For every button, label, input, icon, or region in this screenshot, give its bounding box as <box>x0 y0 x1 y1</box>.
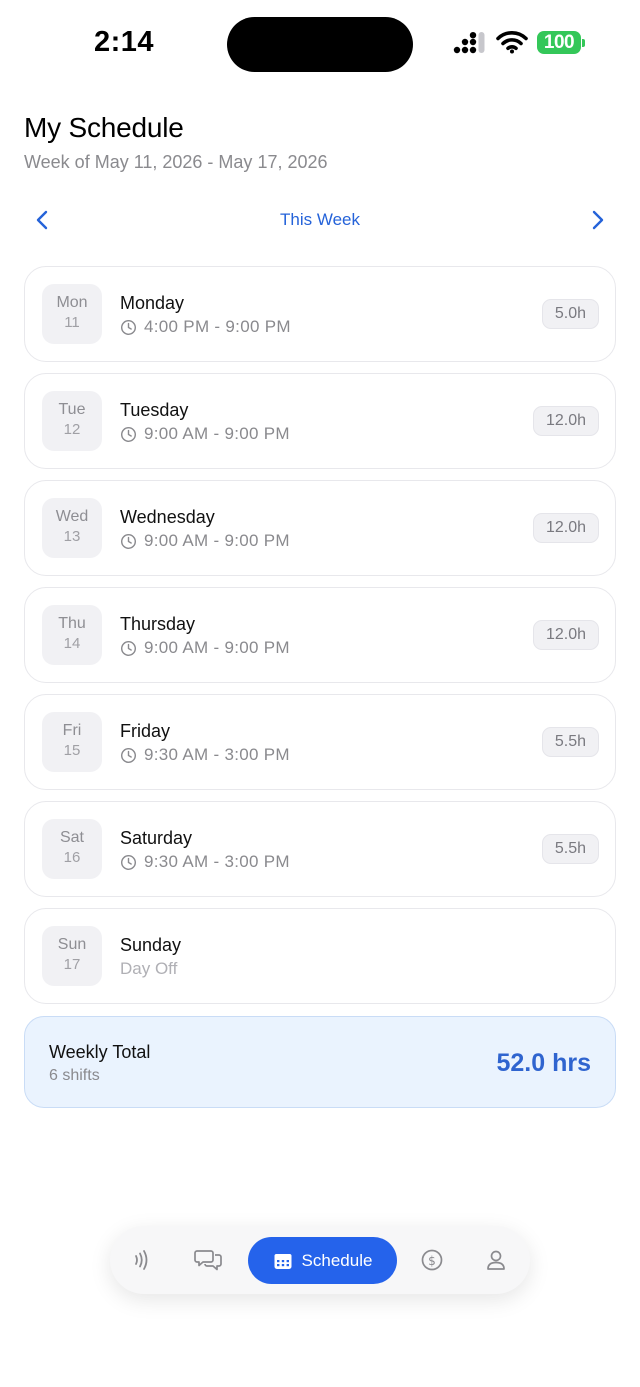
hours-chip: 12.0h <box>532 406 599 436</box>
date-weekday: Thu <box>58 615 86 632</box>
day-name: Monday <box>120 293 185 313</box>
hours-chip: 5.5h <box>541 727 599 757</box>
day-list: Mon 11 Monday 4:00 PM - 9:00 PM 5.0h Tue… <box>24 266 616 1015</box>
battery-tip <box>582 39 585 47</box>
date-weekday: Sun <box>57 936 87 953</box>
tab-schedule[interactable]: Schedule <box>248 1237 397 1284</box>
dollar-icon[interactable]: $ <box>418 1246 446 1274</box>
day-card-tuesday[interactable]: Tue 12 Tuesday 9:00 AM - 9:00 PM 12.0h <box>24 373 616 469</box>
hours-chip: 5.5h <box>541 834 599 864</box>
day-name: Wednesday <box>120 507 215 527</box>
date-weekday: Tue <box>58 401 86 418</box>
weekly-total-hours: 52.0 hrs <box>496 1049 591 1077</box>
date-badge: Wed 13 <box>42 498 102 558</box>
date-badge: Sat 16 <box>42 819 102 879</box>
shift-time-row: 9:00 AM - 9:00 PM <box>120 531 290 551</box>
shift-time: 4:00 PM - 9:00 PM <box>144 317 291 336</box>
day-name: Thursday <box>120 614 196 634</box>
page-subtitle: Week of May 11, 2026 - May 17, 2026 <box>24 152 328 172</box>
nfc-signal-icon[interactable] <box>128 1246 156 1274</box>
weekly-total-card: Weekly Total 6 shifts 52.0 hrs <box>24 1016 616 1108</box>
calendar-icon <box>274 1253 292 1269</box>
day-name: Friday <box>120 721 171 741</box>
shift-time-row: 9:30 AM - 3:00 PM <box>120 745 290 765</box>
status-bar: 2:14 100 <box>0 0 640 90</box>
clock-icon <box>120 426 137 442</box>
date-badge: Fri 15 <box>42 712 102 772</box>
battery-level: 100 <box>537 31 581 54</box>
shift-time-row: 9:00 AM - 9:00 PM <box>120 424 290 444</box>
date-badge: Tue 12 <box>42 391 102 451</box>
shift-time: 9:30 AM - 3:00 PM <box>144 745 290 764</box>
date-number: 11 <box>64 314 80 331</box>
tab-schedule-label: Schedule <box>301 1250 373 1270</box>
chevron-right-icon[interactable] <box>584 206 610 234</box>
date-weekday: Fri <box>62 722 82 739</box>
person-icon[interactable] <box>482 1246 510 1274</box>
bottom-tab-bar: Schedule $ <box>110 1226 530 1294</box>
day-name: Tuesday <box>120 400 189 420</box>
dynamic-island <box>227 17 413 72</box>
date-number: 12 <box>63 421 81 438</box>
day-off-label: Day Off <box>120 959 178 978</box>
wifi-icon <box>496 31 528 54</box>
date-weekday: Wed <box>55 508 89 525</box>
day-name: Sunday <box>120 935 182 955</box>
battery-icon: 100 <box>537 31 585 54</box>
clock-icon <box>120 747 137 763</box>
shift-time-row: 4:00 PM - 9:00 PM <box>120 317 291 337</box>
clock-icon <box>120 533 137 549</box>
svg-text:$: $ <box>428 1254 436 1268</box>
date-weekday: Mon <box>56 294 88 311</box>
hours-chip: 5.0h <box>541 299 599 329</box>
hours-chip: 12.0h <box>532 620 599 650</box>
page-title: My Schedule <box>24 112 184 143</box>
cellular-signal-icon <box>453 32 485 54</box>
shift-time-row: 9:30 AM - 3:00 PM <box>120 852 290 872</box>
weekly-total-shifts: 6 shifts <box>49 1067 100 1084</box>
shift-time: 9:00 AM - 9:00 PM <box>144 424 290 443</box>
shift-time: 9:30 AM - 3:00 PM <box>144 852 290 871</box>
clock-icon <box>120 640 137 656</box>
hours-chip: 12.0h <box>532 513 599 543</box>
shift-time-row: 9:00 AM - 9:00 PM <box>120 638 290 658</box>
date-weekday: Sat <box>59 829 84 846</box>
date-number: 17 <box>63 956 81 973</box>
day-card-sunday[interactable]: Sun 17 Sunday Day Off <box>24 908 616 1004</box>
day-card-monday[interactable]: Mon 11 Monday 4:00 PM - 9:00 PM 5.0h <box>24 266 616 362</box>
shift-time: 9:00 AM - 9:00 PM <box>144 531 290 550</box>
date-number: 14 <box>63 635 81 652</box>
day-name: Saturday <box>120 828 193 848</box>
status-time: 2:14 <box>94 26 155 58</box>
day-card-friday[interactable]: Fri 15 Friday 9:30 AM - 3:00 PM 5.5h <box>24 694 616 790</box>
clock-icon <box>120 854 137 870</box>
day-card-thursday[interactable]: Thu 14 Thursday 9:00 AM - 9:00 PM 12.0h <box>24 587 616 683</box>
chat-bubbles-icon[interactable] <box>194 1246 222 1274</box>
day-card-wednesday[interactable]: Wed 13 Wednesday 9:00 AM - 9:00 PM 12.0h <box>24 480 616 576</box>
day-off-row: Day Off <box>120 959 177 979</box>
week-nav-label[interactable]: This Week <box>0 210 640 230</box>
date-badge: Sun 17 <box>42 926 102 986</box>
day-card-saturday[interactable]: Sat 16 Saturday 9:30 AM - 3:00 PM 5.5h <box>24 801 616 897</box>
weekly-total-label: Weekly Total <box>49 1042 151 1062</box>
date-number: 13 <box>63 528 81 545</box>
clock-icon <box>120 319 137 335</box>
date-badge: Mon 11 <box>42 284 102 344</box>
shift-time: 9:00 AM - 9:00 PM <box>144 638 290 657</box>
date-number: 15 <box>63 742 81 759</box>
date-badge: Thu 14 <box>42 605 102 665</box>
date-number: 16 <box>63 849 81 866</box>
